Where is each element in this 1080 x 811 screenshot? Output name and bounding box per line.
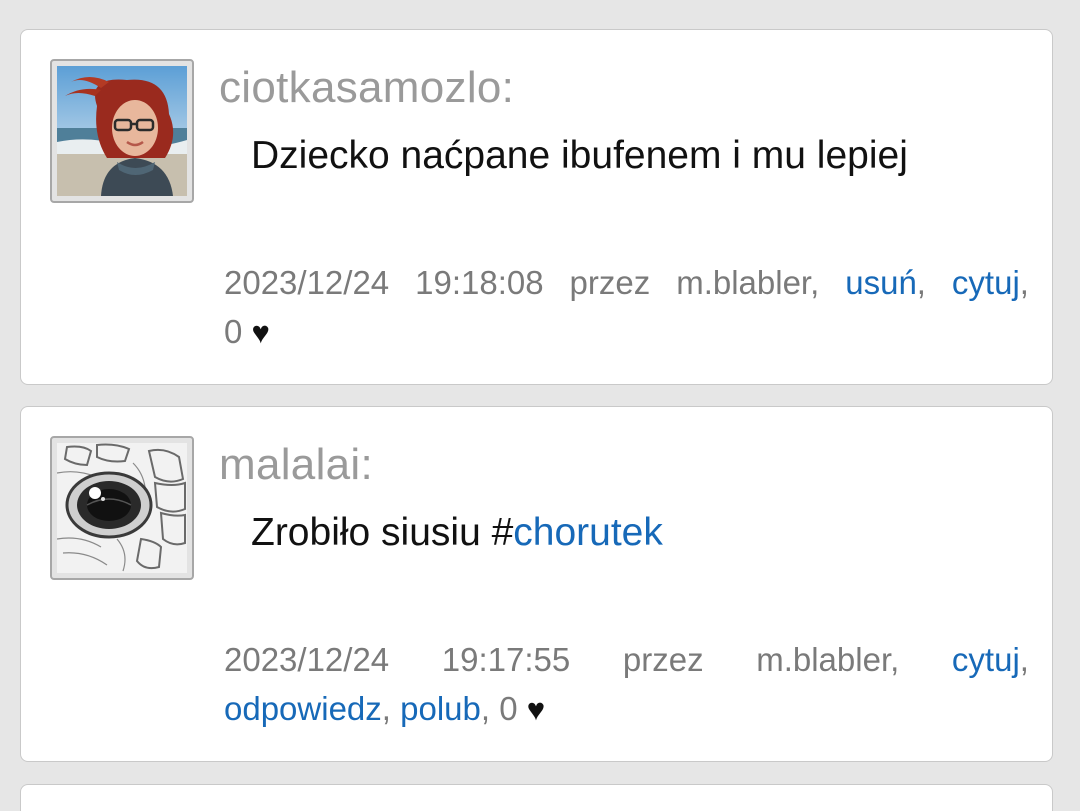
avatar-woman-red-hair-icon [57,66,187,196]
quote-link[interactable]: cytuj [952,264,1020,301]
post-author: m.blabler, [676,264,820,301]
by-label: przez [622,641,704,678]
delete-link[interactable]: usuń [845,264,917,301]
heart-icon[interactable]: ♥ [252,315,270,350]
username[interactable]: ciotkasamozlo: [219,63,514,113]
post-time: 19:18:08 [415,264,544,301]
avatar[interactable] [50,59,194,203]
post-message: Zrobiło siusiu #chorutek [251,511,663,555]
reply-link[interactable]: odpowiedz [224,690,382,727]
heart-icon[interactable]: ♥ [527,692,545,727]
message-text: Zrobiło siusiu # [251,511,514,554]
post-meta: 2023/12/24 19:17:55 przez m.blabler, cyt… [224,635,1029,734]
post-feed: ciotkasamozlo: Dziecko naćpane ibufenem … [0,0,1080,811]
post-time: 19:17:55 [441,641,571,678]
username[interactable]: malalai: [219,440,373,490]
like-count: 0 [224,313,243,350]
post-card: ciotkasamozlo: Dziecko naćpane ibufenem … [20,29,1053,385]
post-date: 2023/12/24 [224,264,390,301]
quote-link[interactable]: cytuj [952,641,1020,678]
avatar[interactable] [50,436,194,580]
like-count: 0 [499,690,518,727]
hashtag-link[interactable]: chorutek [513,511,663,554]
post-card [20,784,1053,811]
by-label: przez [569,264,651,301]
post-date: 2023/12/24 [224,641,390,678]
post-author: m.blabler, [756,641,900,678]
like-link[interactable]: polub [400,690,481,727]
post-card: malalai: Zrobiło siusiu #chorutek 2023/1… [20,406,1053,762]
post-meta: 2023/12/24 19:18:08 przez m.blabler, usu… [224,258,1029,357]
avatar-eye-drawing-icon [57,443,187,573]
post-message: Dziecko naćpane ibufenem i mu lepiej [251,134,908,177]
